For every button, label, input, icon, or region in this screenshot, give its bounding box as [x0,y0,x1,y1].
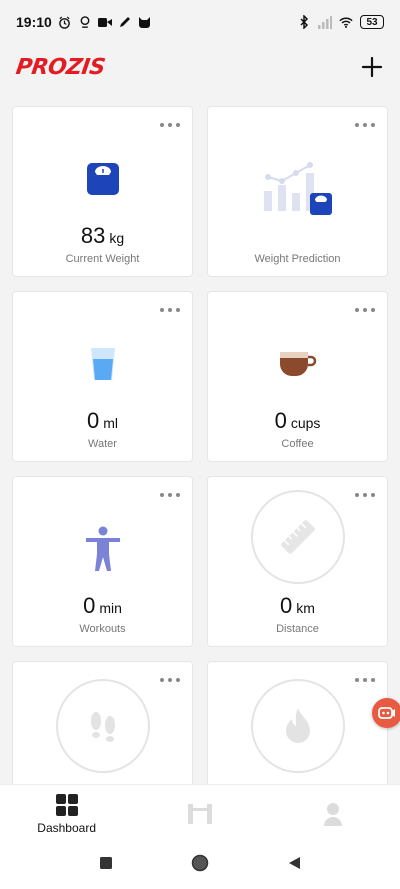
tab-profile[interactable] [267,785,400,843]
dashboard-grid-icon [55,794,78,816]
weight-value: 83 kg [80,223,125,248]
weight-chart-icon [208,153,387,225]
system-nav-bar [0,842,400,889]
card-workouts[interactable]: 0 min Workouts [12,476,193,647]
tab-dashboard-label: Dashboard [37,821,97,835]
card-menu-button[interactable] [160,491,180,499]
calories-icon-wrap [208,678,387,774]
bluetooth-icon [297,15,311,29]
weight-label: Current Weight [65,253,140,265]
bottom-tab-bar: Dashboard [0,784,400,843]
scale-icon [13,143,192,215]
wifi-icon [339,15,353,29]
add-button[interactable] [358,53,386,81]
coffee-value: 0 cups [274,408,321,433]
ruler-icon [250,490,345,584]
distance-label: Distance [276,623,319,635]
battery-indicator: 53 [360,15,384,29]
status-bar: 19:10 53 [0,0,400,44]
card-weight-prediction[interactable]: Weight Prediction [207,106,388,277]
card-calories[interactable] [207,661,388,801]
card-menu-button[interactable] [160,306,180,314]
floating-action-button[interactable] [372,698,400,728]
card-menu-button[interactable] [160,121,180,129]
card-menu-button[interactable] [355,306,375,314]
status-right: 53 [297,15,384,29]
signal-icon [318,15,332,29]
card-current-weight[interactable]: 83 kg Current Weight [12,106,193,277]
tab-dashboard[interactable]: Dashboard [0,785,133,843]
status-left: 19:10 [16,14,152,30]
card-water[interactable]: 0 ml Water [12,291,193,462]
profile-icon [324,803,343,826]
water-label: Water [88,438,117,450]
prozis-logo: PROZIS [14,54,107,80]
cat-icon [138,15,152,29]
app-header: PROZIS [0,44,400,90]
bot-icon [378,707,395,719]
dashboard-grid: 83 kg Current Weight Weight Prediction 0… [12,106,388,801]
status-time: 19:10 [16,14,52,30]
workouts-label: Workouts [79,623,126,635]
card-distance[interactable]: 0 km Distance [207,476,388,647]
coffee-cup-icon [208,328,387,400]
card-steps[interactable] [12,661,193,801]
flame-icon [250,679,345,773]
video-icon [97,15,112,29]
card-coffee[interactable]: 0 cups Coffee [207,291,388,462]
recents-icon[interactable] [99,856,113,875]
prediction-label: Weight Prediction [254,253,341,265]
steps-icon-wrap [13,678,192,774]
card-menu-button[interactable] [355,121,375,129]
workouts-value: 0 min [83,593,122,618]
dumbbell-icon [187,804,212,824]
water-glass-icon [13,328,192,400]
plus-icon [361,56,383,78]
alarm-icon [58,15,72,29]
pin-icon [78,15,92,29]
distance-value: 0 km [280,593,315,618]
footsteps-icon [55,679,150,773]
back-icon[interactable] [287,856,301,875]
distance-icon-wrap [208,489,387,585]
home-icon[interactable] [191,854,209,877]
pencil-icon [118,15,132,29]
person-icon [13,513,192,585]
coffee-label: Coffee [281,438,314,450]
water-value: 0 ml [86,408,119,433]
tab-workouts[interactable] [133,785,266,843]
